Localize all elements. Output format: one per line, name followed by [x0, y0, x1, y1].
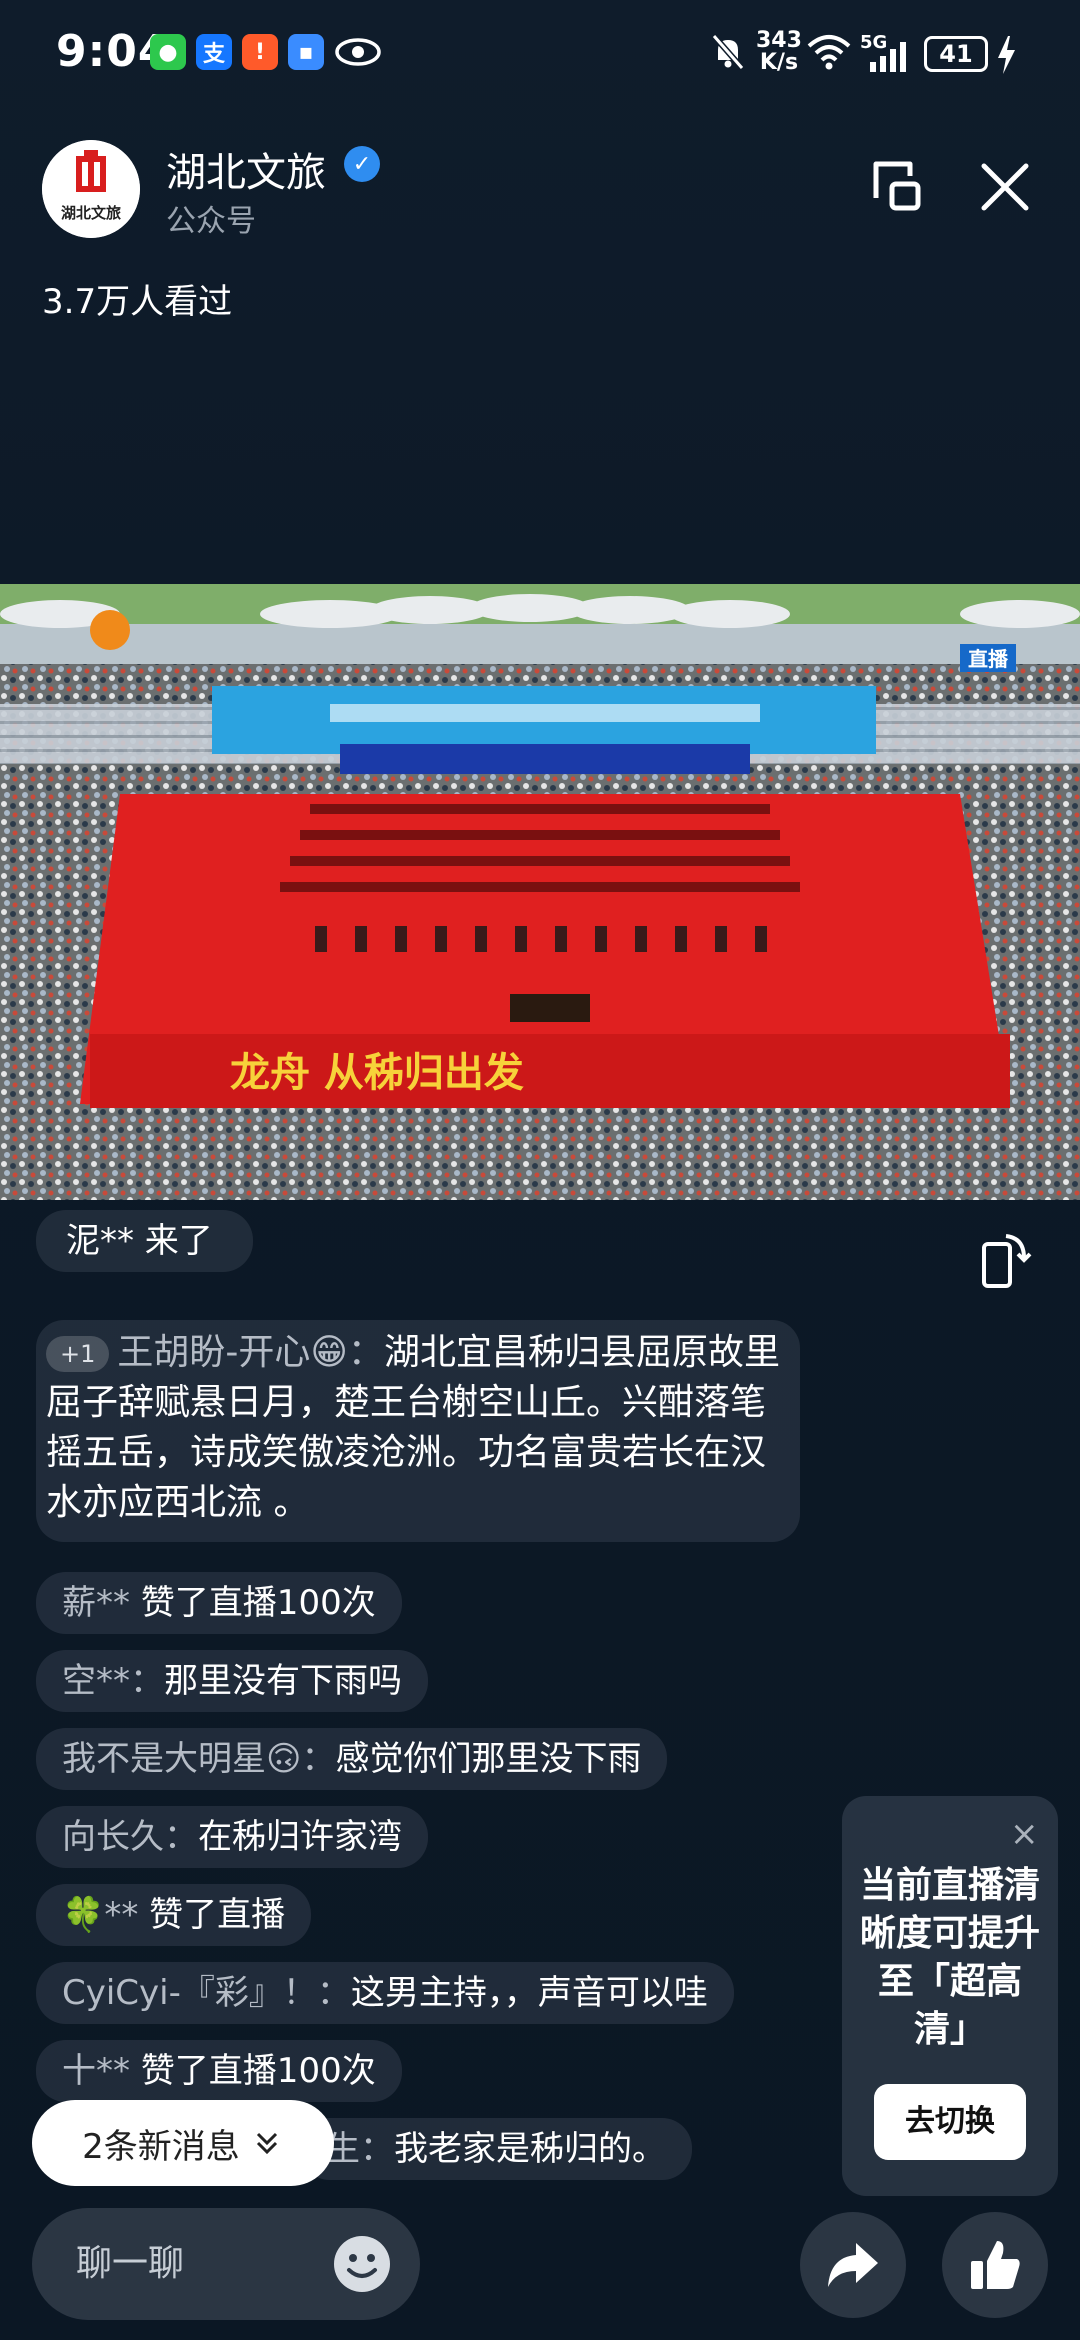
- eye-icon: [335, 38, 381, 66]
- account-avatar[interactable]: 湖北文旅: [42, 140, 140, 238]
- mute-bell-icon: [711, 34, 745, 70]
- share-button[interactable]: [800, 2212, 906, 2318]
- user-level-badge: +1: [46, 1336, 110, 1372]
- comment-item[interactable]: 我不是大明星🙃：感觉你们那里没下雨: [36, 1728, 668, 1790]
- signal-icon: [870, 42, 906, 72]
- app-notification-icon: !: [242, 34, 278, 70]
- new-messages-label: 2条新消息: [82, 2126, 240, 2167]
- stage-banner-text: 龙舟 从秭归出发: [230, 1050, 524, 1096]
- chat-placeholder: 聊一聊: [76, 2243, 185, 2284]
- comment-text: 湖北宜昌秭归县屈原故里: [383, 1332, 780, 1373]
- comment-nick[interactable]: 王胡盼-开心😁: [117, 1332, 348, 1373]
- thumbs-up-icon: [971, 2241, 1020, 2289]
- popup-message: 当前直播清晰度可提升至「超高清」: [859, 1865, 1040, 2050]
- comment-item[interactable]: 🍀** 赞了直播: [36, 1884, 312, 1946]
- view-count: 3.7万人看过: [42, 282, 233, 322]
- hubei-wenlv-logo: [42, 140, 140, 238]
- alipay-icon: 支: [196, 34, 232, 70]
- comment-item[interactable]: 十** 赞了直播100次: [36, 2040, 402, 2102]
- video-frame-scene: 龙舟 从秭归出发 直播: [0, 584, 1080, 1200]
- video-live-label: 直播: [968, 647, 1009, 671]
- logo-text: 湖北文旅: [60, 204, 121, 222]
- network-speed: 343 K/s: [756, 28, 802, 75]
- user-joined-notice: 泥** 来了: [36, 1210, 253, 1272]
- new-messages-button[interactable]: 2条新消息: [32, 2100, 334, 2186]
- switch-quality-button[interactable]: 去切换: [874, 2084, 1026, 2160]
- like-button[interactable]: [942, 2212, 1048, 2318]
- chevron-down-icon: [256, 2132, 277, 2155]
- comment-item[interactable]: 薪** 赞了直播100次: [36, 1572, 402, 1634]
- featured-comment[interactable]: +1 王胡盼-开心😁：湖北宜昌秭归县屈原故里 屈子辞赋悬日月，楚王台榭空山丘。兴酣…: [36, 1320, 800, 1542]
- popup-close-icon[interactable]: ×: [1010, 1814, 1039, 1854]
- share-icon: [828, 2243, 878, 2287]
- wifi-icon: [807, 35, 851, 70]
- live-video-player[interactable]: 龙舟 从秭归出发 直播: [0, 584, 1080, 1200]
- float-window-button[interactable]: [862, 152, 932, 222]
- message-app-icon: ▪: [288, 34, 324, 70]
- comment-text-continued: 屈子辞赋悬日月，楚王台榭空山丘。兴酣落笔摇五岳，诗成笑傲凌沧洲。功名富贵若长在汉…: [46, 1382, 767, 1523]
- status-bar: 9:04 ● 支 ! ▪ 343 K/s 5G 41: [0, 0, 1080, 110]
- wechat-icon: ●: [150, 34, 186, 70]
- comment-item[interactable]: CyiCyi-『彩』！：这男主持，，声音可以哇: [36, 1962, 734, 2024]
- account-type: 公众号: [166, 204, 256, 239]
- charging-icon: [998, 36, 1015, 74]
- account-name[interactable]: 湖北文旅: [166, 140, 326, 198]
- rotate-screen-icon[interactable]: [976, 1230, 1032, 1294]
- battery-indicator: 41: [924, 36, 988, 72]
- emoji-icon[interactable]: [332, 2234, 392, 2294]
- comment-item[interactable]: 向长久：在秭归许家湾: [36, 1806, 428, 1868]
- verified-badge-icon: ✓: [344, 146, 380, 182]
- comment-item[interactable]: 生：我老家是秭归的。: [300, 2118, 692, 2180]
- quality-upgrade-popup: × 当前直播清晰度可提升至「超高清」 去切换: [842, 1796, 1058, 2196]
- chat-input[interactable]: 聊一聊: [32, 2208, 420, 2320]
- comment-item[interactable]: 空**：那里没有下雨吗: [36, 1650, 428, 1712]
- close-icon[interactable]: [970, 152, 1040, 222]
